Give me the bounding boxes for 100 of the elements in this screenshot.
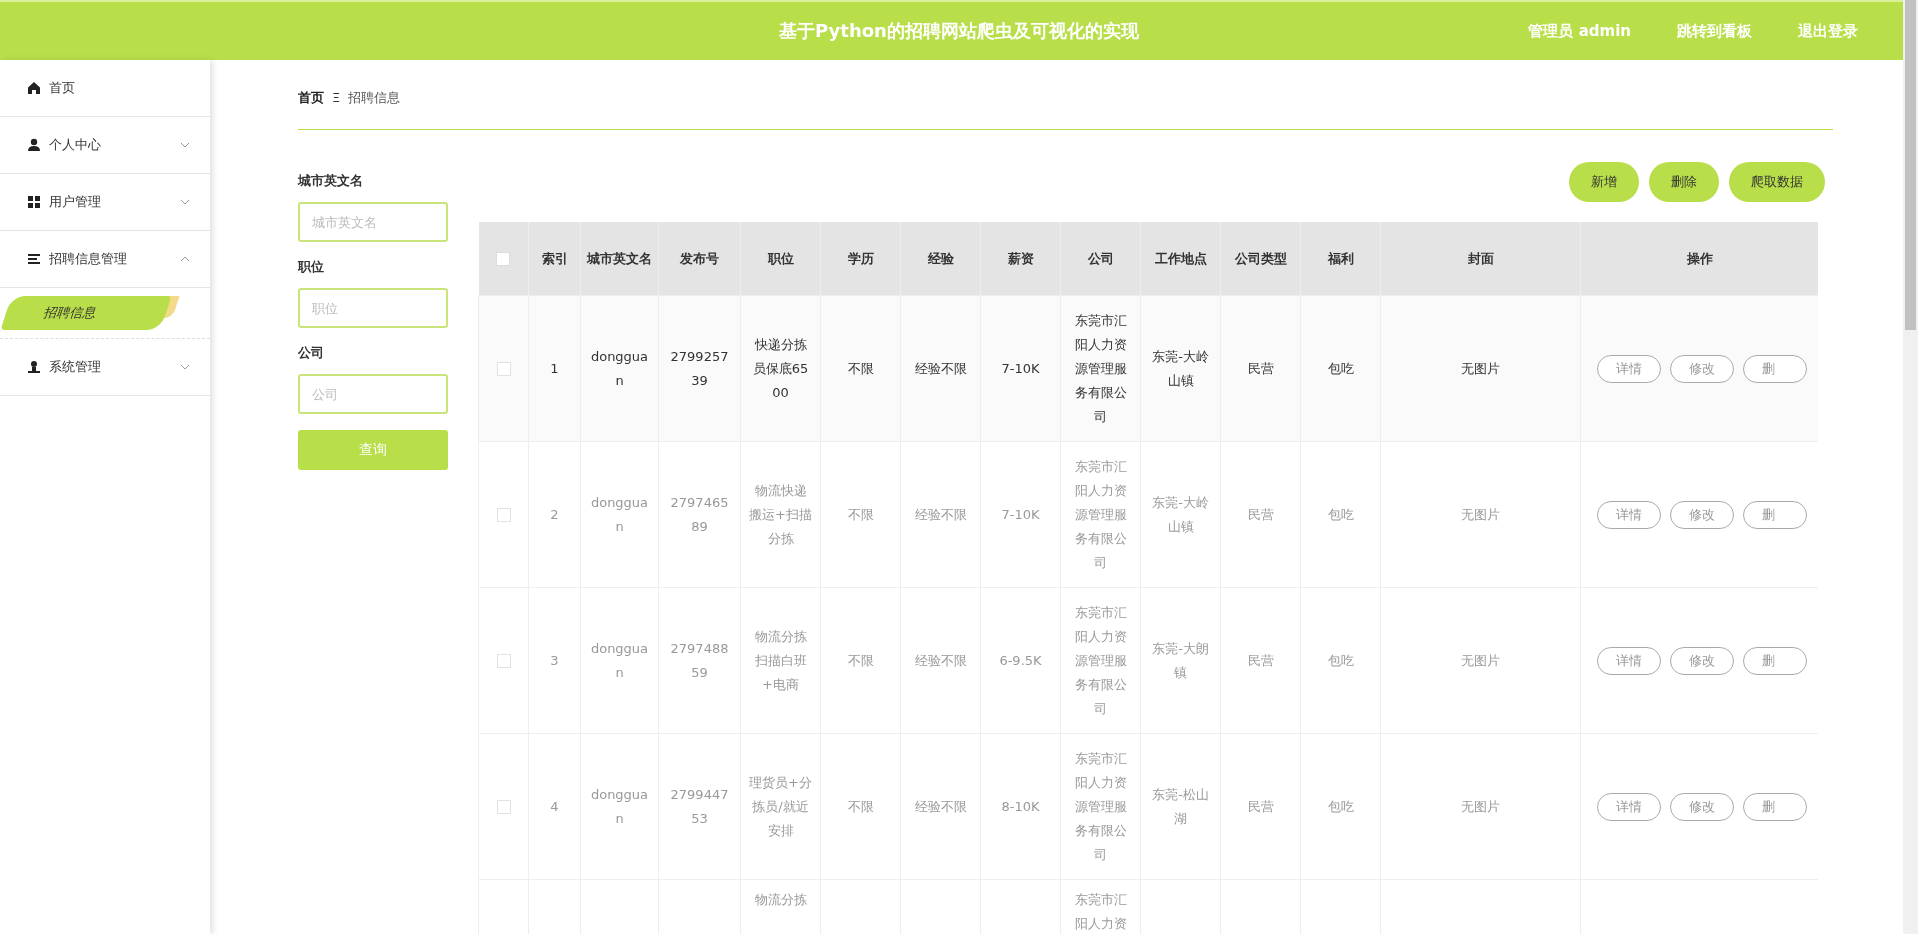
row-action-button[interactable]: 删 <box>1743 500 1807 529</box>
row-action-button[interactable]: 修改 <box>1670 646 1734 675</box>
action-button[interactable]: 删除 <box>1649 162 1719 202</box>
row-action-button[interactable]: 修改 <box>1670 354 1734 383</box>
header-link[interactable]: 跳转到看板 <box>1677 21 1752 41</box>
row-action-button[interactable]: 修改 <box>1670 792 1734 821</box>
search-field[interactable]: 职位 <box>298 288 448 328</box>
row-checkbox[interactable] <box>496 800 511 814</box>
table-cell: 东莞市汇阳人力资源管理服务有限公司 <box>1074 312 1127 424</box>
row-checkbox[interactable] <box>496 362 511 376</box>
user-icon <box>27 138 41 152</box>
search-field[interactable]: 城市英文名 <box>298 202 448 242</box>
table-cell: 不限 <box>847 360 874 376</box>
row-checkbox[interactable] <box>496 654 511 668</box>
row-action-button[interactable]: 详情 <box>1597 792 1661 821</box>
sidebar-item[interactable]: 招聘信息管理 <box>0 231 210 288</box>
column-header: 公司类型 <box>1234 250 1287 266</box>
table-cell: 包吃 <box>1327 360 1354 376</box>
column-header: 福利 <box>1327 250 1354 266</box>
table-cell: 经验不限 <box>914 798 967 814</box>
table-cell: 无图片 <box>1461 652 1500 668</box>
table-cell: 物流分拣 <box>754 892 807 907</box>
table-cell: 民营 <box>1247 652 1274 668</box>
table-cell: 1 <box>550 360 559 376</box>
column-header: 发布号 <box>680 250 719 266</box>
scrollbar-thumb[interactable] <box>1905 0 1916 330</box>
column-header: 封面 <box>1467 250 1494 266</box>
search-button[interactable]: 查询 <box>298 430 448 470</box>
list-icon <box>27 252 41 266</box>
sidebar-item[interactable]: 用户管理 <box>0 174 210 231</box>
table-cell: 民营 <box>1247 798 1274 814</box>
row-action-button[interactable]: 详情 <box>1597 500 1661 529</box>
column-header: 经验 <box>927 250 954 266</box>
table-cell: 经验不限 <box>914 360 967 376</box>
app-title: 基于Python的招聘网站爬虫及可视化的实现 <box>779 19 1139 43</box>
table-cell: 6-9.5K <box>999 652 1042 668</box>
table-cell: dongguan <box>590 640 649 680</box>
row-action-button[interactable]: 修改 <box>1670 500 1734 529</box>
table-cell: 理货员+分拣员/就近安排 <box>749 774 812 838</box>
breadcrumb-separator: Ξ <box>332 90 341 105</box>
table-cell: 东莞市汇阳人力资源管理服务有限公司 <box>1074 750 1127 862</box>
action-button[interactable]: 新增 <box>1569 162 1639 202</box>
column-header: 索引 <box>541 250 568 266</box>
table-cell: 东莞市汇阳人力资源管理服务有限公司 <box>1074 604 1127 716</box>
field-label: 城市英文名 <box>298 172 364 190</box>
grid-icon <box>27 195 41 209</box>
table-cell: dongguan <box>590 348 649 388</box>
table-cell: 无图片 <box>1461 506 1500 522</box>
table-cell: 包吃 <box>1327 798 1354 814</box>
table-cell: 279748859 <box>670 640 729 680</box>
table-cell: 无图片 <box>1461 798 1500 814</box>
table-cell: dongguan <box>590 786 649 826</box>
action-button[interactable]: 爬取数据 <box>1729 162 1825 202</box>
table-cell: 无图片 <box>1461 360 1500 376</box>
column-header: 薪资 <box>1007 250 1034 266</box>
column-header: 操作 <box>1686 250 1713 266</box>
table-cell: 快递分拣员保底6500 <box>752 336 809 400</box>
table-cell: 东莞-松山湖 <box>1152 786 1209 826</box>
table-cell: 东莞市汇阳人力资源管理服务有限公司 <box>1074 458 1127 570</box>
search-field[interactable]: 公司 <box>298 374 448 414</box>
home-icon <box>27 81 41 95</box>
column-header: 工作地点 <box>1154 250 1207 266</box>
breadcrumb-current: 招聘信息 <box>348 88 401 107</box>
row-checkbox[interactable] <box>496 508 511 522</box>
table-cell: 7-10K <box>1001 506 1040 522</box>
table-cell: 经验不限 <box>914 652 967 668</box>
table-cell: 东莞-大岭山镇 <box>1152 494 1209 534</box>
table-cell: 经验不限 <box>914 506 967 522</box>
breadcrumb-link[interactable]: 首页 <box>298 88 324 107</box>
column-header: 城市英文名 <box>587 250 652 266</box>
field-label: 公司 <box>298 344 325 362</box>
select-all-checkbox[interactable] <box>496 252 511 267</box>
row-action-button[interactable]: 删 <box>1743 646 1807 675</box>
table-cell: 不限 <box>847 506 874 522</box>
table-cell: 2 <box>550 506 559 522</box>
table-cell: 东莞-大朗镇 <box>1152 640 1209 680</box>
row-action-button[interactable]: 详情 <box>1597 354 1661 383</box>
table-cell: 包吃 <box>1327 506 1354 522</box>
table-cell: 东莞-大岭山镇 <box>1152 348 1209 388</box>
row-action-button[interactable]: 删 <box>1743 354 1807 383</box>
header-link[interactable]: 管理员 admin <box>1528 21 1631 41</box>
table-cell: 4 <box>550 798 559 814</box>
sidebar-item[interactable]: 个人中心 <box>0 117 210 174</box>
table-cell: 东莞市汇阳人力资 <box>1074 892 1127 931</box>
column-header: 职位 <box>767 250 794 266</box>
table-cell: 民营 <box>1247 506 1274 522</box>
table-cell: 279944753 <box>670 786 729 826</box>
sidebar-item[interactable]: 系统管理 <box>0 339 210 396</box>
table-cell: 7-10K <box>1001 360 1040 376</box>
row-action-button[interactable]: 详情 <box>1597 646 1661 675</box>
table-cell: 3 <box>550 652 559 668</box>
sidebar-item[interactable]: 首页 <box>0 60 210 117</box>
table-cell: 279925739 <box>670 348 729 388</box>
header-link[interactable]: 退出登录 <box>1798 21 1858 41</box>
table-cell: 包吃 <box>1327 652 1354 668</box>
column-header: 公司 <box>1087 250 1114 266</box>
table-cell: 不限 <box>847 798 874 814</box>
scrollbar[interactable] <box>1903 0 1918 934</box>
table-cell: 物流快递搬运+扫描分拣 <box>749 482 812 546</box>
row-action-button[interactable]: 删 <box>1743 792 1807 821</box>
